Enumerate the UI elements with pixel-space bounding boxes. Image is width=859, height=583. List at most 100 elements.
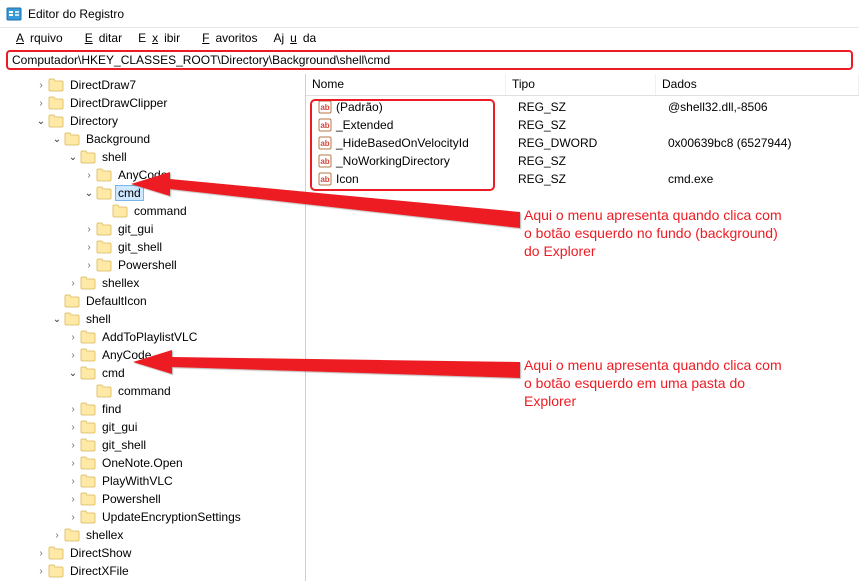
tree-node[interactable]: ›find bbox=[2, 400, 305, 418]
tree-node[interactable]: ⌄Background bbox=[2, 130, 305, 148]
value-row[interactable]: ab_NoWorkingDirectoryREG_SZ bbox=[306, 152, 859, 170]
menu-exibir[interactable]: Exibir bbox=[132, 29, 186, 47]
tree-node-label: command bbox=[116, 384, 173, 398]
value-data: @shell32.dll,-8506 bbox=[662, 100, 859, 114]
reg-string-icon: ab bbox=[318, 118, 332, 132]
tree-node[interactable]: DefaultIcon bbox=[2, 292, 305, 310]
chevron-right-icon[interactable]: › bbox=[66, 476, 80, 487]
values-pane[interactable]: Nome Tipo Dados ab(Padrão)REG_SZ@shell32… bbox=[306, 74, 859, 581]
chevron-right-icon[interactable]: › bbox=[66, 512, 80, 523]
tree-node[interactable]: command bbox=[2, 202, 305, 220]
tree-node[interactable]: ›AddToPlaylistVLC bbox=[2, 328, 305, 346]
value-name: (Padrão) bbox=[336, 100, 383, 114]
chevron-down-icon[interactable]: ⌄ bbox=[66, 368, 80, 379]
chevron-down-icon[interactable]: ⌄ bbox=[50, 134, 64, 145]
tree-node[interactable]: ⌄cmd bbox=[2, 184, 305, 202]
svg-text:ab: ab bbox=[320, 121, 329, 130]
chevron-right-icon[interactable]: › bbox=[66, 440, 80, 451]
value-name: _NoWorkingDirectory bbox=[336, 154, 450, 168]
value-row[interactable]: ab(Padrão)REG_SZ@shell32.dll,-8506 bbox=[306, 98, 859, 116]
tree-node[interactable]: › git_shell bbox=[2, 238, 305, 256]
chevron-right-icon[interactable]: › bbox=[66, 278, 80, 289]
value-row[interactable]: ab_ExtendedREG_SZ bbox=[306, 116, 859, 134]
chevron-right-icon[interactable]: › bbox=[82, 242, 96, 253]
tree-node-label: shellex bbox=[100, 276, 141, 290]
folder-icon bbox=[48, 546, 64, 560]
chevron-down-icon[interactable]: ⌄ bbox=[82, 188, 96, 199]
value-row[interactable]: abIconREG_SZcmd.exe bbox=[306, 170, 859, 188]
folder-icon bbox=[80, 348, 96, 362]
folder-icon bbox=[64, 294, 80, 308]
value-row[interactable]: ab_HideBasedOnVelocityIdREG_DWORD0x00639… bbox=[306, 134, 859, 152]
chevron-down-icon[interactable]: ⌄ bbox=[34, 116, 48, 127]
menu-arquivo[interactable]: Arquivo bbox=[4, 29, 69, 47]
chevron-right-icon[interactable]: › bbox=[66, 404, 80, 415]
tree-node-label: git_shell bbox=[116, 240, 164, 254]
tree-node[interactable]: ⌄shell bbox=[2, 148, 305, 166]
menu-ajuda[interactable]: Ajuda bbox=[267, 29, 322, 47]
value-name: _Extended bbox=[336, 118, 393, 132]
menu-favoritos[interactable]: Favoritos bbox=[190, 29, 263, 47]
chevron-right-icon[interactable]: › bbox=[66, 458, 80, 469]
column-header-data[interactable]: Dados bbox=[656, 74, 859, 95]
chevron-right-icon[interactable]: › bbox=[34, 548, 48, 559]
folder-icon bbox=[96, 222, 112, 236]
tree-node[interactable]: ›OneNote.Open bbox=[2, 454, 305, 472]
tree-node[interactable]: ⌄ Directory bbox=[2, 112, 305, 130]
chevron-down-icon[interactable]: ⌄ bbox=[50, 314, 64, 325]
tree-node[interactable]: ⌄ shell bbox=[2, 310, 305, 328]
chevron-right-icon[interactable]: › bbox=[66, 422, 80, 433]
tree-node[interactable]: ›AnyCode bbox=[2, 166, 305, 184]
chevron-right-icon[interactable]: › bbox=[34, 80, 48, 91]
tree-node[interactable]: ›git_gui bbox=[2, 220, 305, 238]
tree-node-label: git_shell bbox=[100, 438, 148, 452]
value-data: 0x00639bc8 (6527944) bbox=[662, 136, 859, 150]
tree-node[interactable]: › git_gui bbox=[2, 418, 305, 436]
chevron-right-icon[interactable]: › bbox=[66, 350, 80, 361]
value-type: REG_DWORD bbox=[512, 136, 662, 150]
folder-icon bbox=[80, 438, 96, 452]
column-header-name[interactable]: Nome bbox=[306, 74, 506, 95]
svg-text:ab: ab bbox=[320, 139, 329, 148]
chevron-right-icon[interactable]: › bbox=[50, 530, 64, 541]
folder-icon bbox=[80, 492, 96, 506]
tree-node-label: AnyCode bbox=[100, 348, 153, 362]
chevron-right-icon[interactable]: › bbox=[66, 332, 80, 343]
tree-node[interactable]: ›shellex bbox=[2, 526, 305, 544]
tree-node[interactable]: ›UpdateEncryptionSettings bbox=[2, 508, 305, 526]
menu-editar[interactable]: Editar bbox=[73, 29, 128, 47]
chevron-right-icon[interactable]: › bbox=[34, 98, 48, 109]
address-bar[interactable]: Computador\HKEY_CLASSES_ROOT\Directory\B… bbox=[6, 50, 853, 70]
tree-node[interactable]: ›Powershell bbox=[2, 256, 305, 274]
tree-node[interactable]: ›PlayWithVLC bbox=[2, 472, 305, 490]
tree-node[interactable]: ›DirectDrawClipper bbox=[2, 94, 305, 112]
folder-icon bbox=[48, 114, 64, 128]
chevron-right-icon[interactable]: › bbox=[34, 566, 48, 577]
chevron-right-icon[interactable]: › bbox=[82, 260, 96, 271]
chevron-right-icon[interactable]: › bbox=[82, 170, 96, 181]
chevron-right-icon[interactable]: › bbox=[82, 224, 96, 235]
tree-pane[interactable]: ›DirectDraw7›DirectDrawClipper ⌄ Directory… bbox=[0, 74, 306, 581]
reg-string-icon: ab bbox=[318, 172, 332, 186]
tree-node[interactable]: ›DirectShow bbox=[2, 544, 305, 562]
tree-node[interactable]: › shellex bbox=[2, 274, 305, 292]
value-rows: ab(Padrão)REG_SZ@shell32.dll,-8506ab_Ext… bbox=[306, 96, 859, 190]
tree-node-label: Directory bbox=[68, 114, 120, 128]
tree-node[interactable]: › git_shell bbox=[2, 436, 305, 454]
tree-node[interactable]: ›DirectXFile bbox=[2, 562, 305, 580]
tree-node[interactable]: ›Powershell bbox=[2, 490, 305, 508]
tree-node[interactable]: command bbox=[2, 382, 305, 400]
tree-node-label: shell bbox=[84, 312, 113, 326]
tree-node-label: git_gui bbox=[100, 420, 139, 434]
reg-string-icon: ab bbox=[318, 136, 332, 150]
tree-node[interactable]: ⌄cmd bbox=[2, 364, 305, 382]
folder-icon bbox=[96, 168, 112, 182]
column-header-type[interactable]: Tipo bbox=[506, 74, 656, 95]
tree-node[interactable]: › AnyCode bbox=[2, 346, 305, 364]
chevron-down-icon[interactable]: ⌄ bbox=[66, 152, 80, 163]
svg-text:ab: ab bbox=[320, 157, 329, 166]
tree-node[interactable]: ›DirectDraw7 bbox=[2, 76, 305, 94]
tree-node[interactable]: ›DiskManagement.Connection bbox=[2, 580, 305, 581]
svg-text:ab: ab bbox=[320, 103, 329, 112]
chevron-right-icon[interactable]: › bbox=[66, 494, 80, 505]
